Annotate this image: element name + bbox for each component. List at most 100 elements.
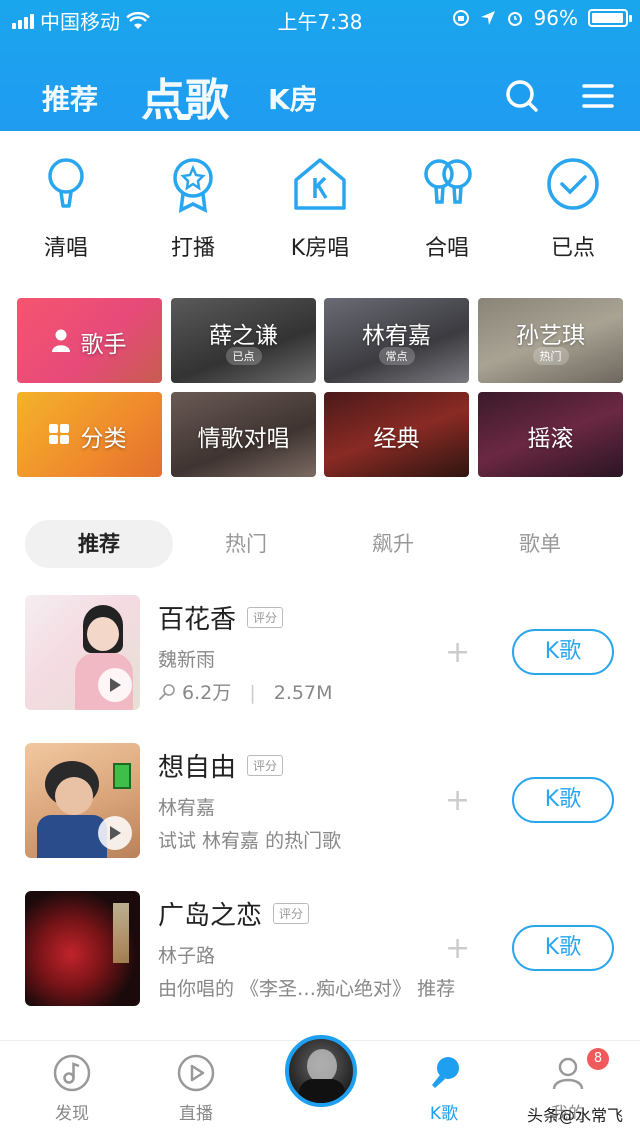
lock-rotation-icon	[452, 10, 469, 26]
song-title: 想自由	[158, 753, 237, 783]
quick-action-k-room-sing[interactable]: K房唱	[260, 154, 380, 262]
add-button[interactable]: +	[445, 931, 470, 966]
add-button[interactable]: +	[445, 783, 470, 818]
tile-artist-1[interactable]: 薛之谦 已点	[171, 298, 316, 383]
song-title: 百花香	[158, 605, 237, 635]
microphone-icon	[48, 158, 84, 208]
header: 中国移动 上午7:38 96% 推荐 点歌 K房	[0, 0, 640, 131]
song-item: 想自由 评分 林宥嘉 试试 林宥嘉 的热门歌 + K歌	[25, 743, 625, 861]
tab-k-room[interactable]: K房	[268, 78, 318, 118]
tab-playlists[interactable]: 歌单	[466, 520, 614, 568]
song-meta: 由你唱的 《李圣…痴心绝对》 推荐	[158, 978, 456, 1000]
k-sing-button[interactable]: K歌	[512, 629, 614, 675]
play-button[interactable]	[98, 668, 132, 702]
alarm-icon	[507, 12, 522, 26]
top-nav: 推荐 点歌 K房	[0, 60, 640, 130]
tab-label: 直播	[179, 1104, 213, 1124]
disc-figure	[307, 1049, 337, 1083]
quick-action-checkin[interactable]: 打播	[133, 154, 253, 262]
song-artist: 林子路	[158, 945, 216, 967]
score-badge: 评分	[247, 755, 284, 776]
tile-rock[interactable]: 摇滚	[478, 392, 623, 477]
status-right: 96%	[452, 6, 632, 30]
score-badge: 评分	[273, 903, 310, 924]
microphone-filled-icon	[432, 1057, 459, 1088]
tile-tag: 热门	[532, 347, 569, 365]
category-tiles: 歌手 薛之谦 已点 林宥嘉 常点 孙艺琪 热门 分类 情歌对唱 经典 摇滚	[17, 298, 623, 478]
now-playing-disc[interactable]	[285, 1035, 357, 1107]
quick-actions: 清唱 打播 K房唱 合唱 已点	[0, 140, 640, 270]
tile-label: 分类	[80, 426, 127, 452]
menu-icon[interactable]	[578, 76, 618, 116]
tile-label: 林宥嘉	[362, 323, 431, 349]
k-sing-button[interactable]: K歌	[512, 777, 614, 823]
medal-icon	[173, 158, 213, 214]
cover-figure	[113, 763, 131, 789]
tile-label: 薛之谦	[209, 323, 278, 349]
music-note-icon	[53, 1054, 91, 1092]
cover-figure	[55, 777, 93, 815]
tile-tag: 已点	[225, 347, 262, 365]
battery-percent: 96%	[533, 6, 578, 30]
tab-hot-songs[interactable]: 热门	[172, 520, 320, 568]
quick-action-label: 已点	[550, 236, 595, 261]
song-cover[interactable]	[25, 743, 140, 858]
tab-label: K歌	[429, 1104, 459, 1124]
k-sing-button[interactable]: K歌	[512, 925, 614, 971]
tile-label: 孙艺琪	[516, 323, 585, 349]
cover-figure	[87, 617, 119, 651]
play-icon	[110, 826, 121, 840]
tile-artist-2[interactable]: 林宥嘉 常点	[324, 298, 469, 383]
watermark-text: 头条@水常飞	[527, 1106, 624, 1125]
tile-label: 摇滚	[527, 426, 574, 452]
tile-label: 情歌对唱	[197, 426, 290, 452]
divider: |	[249, 682, 256, 704]
score-badge: 评分	[247, 607, 284, 628]
battery-icon	[588, 9, 632, 27]
microphone-small-icon	[159, 684, 175, 700]
tab-recommend[interactable]: 推荐	[42, 78, 98, 118]
tab-discover[interactable]: 发现	[8, 1053, 136, 1124]
tab-recommended-songs[interactable]: 推荐	[25, 520, 173, 568]
song-item: 百花香 评分 魏新雨 6.2万 | 2.57M + K歌	[25, 595, 625, 713]
tile-love-duets[interactable]: 情歌对唱	[171, 392, 316, 477]
house-k-icon	[294, 158, 346, 210]
tile-singers[interactable]: 歌手	[17, 298, 162, 383]
tab-k-sing[interactable]: K歌	[380, 1053, 508, 1124]
file-size: 2.57M	[273, 682, 333, 704]
tab-rising-songs[interactable]: 飙升	[319, 520, 467, 568]
tile-categories[interactable]: 分类	[17, 392, 162, 477]
search-icon[interactable]	[502, 76, 542, 116]
tile-artist-3[interactable]: 孙艺琪 热门	[478, 298, 623, 383]
tile-label: 歌手	[80, 332, 127, 358]
sing-count: 6.2万	[182, 682, 232, 704]
add-button[interactable]: +	[445, 635, 470, 670]
check-circle-icon	[547, 158, 599, 210]
song-artist: 林宥嘉	[158, 797, 216, 819]
tab-label: 发现	[55, 1104, 89, 1124]
song-cover[interactable]	[25, 891, 140, 1006]
tab-live[interactable]: 直播	[132, 1053, 260, 1124]
song-artist: 魏新雨	[158, 649, 216, 671]
quick-action-label: 打播	[170, 236, 215, 261]
song-cover[interactable]	[25, 595, 140, 710]
song-meta: 6.2万 | 2.57M	[158, 678, 332, 705]
active-tab-indicator	[177, 114, 191, 120]
user-icon	[552, 1057, 584, 1090]
notification-badge: 8	[587, 1048, 609, 1070]
song-item: 广岛之恋 评分 林子路 由你唱的 《李圣…痴心绝对》 推荐 + K歌	[25, 891, 625, 1009]
play-button[interactable]	[98, 816, 132, 850]
quick-action-label: K房唱	[290, 236, 350, 261]
location-icon	[480, 11, 495, 25]
play-icon	[110, 678, 121, 692]
song-title: 广岛之恋	[158, 901, 263, 931]
quick-action-acapella[interactable]: 清唱	[6, 154, 126, 262]
play-circle-icon	[177, 1054, 215, 1092]
cover-figure	[113, 903, 129, 963]
tile-classics[interactable]: 经典	[324, 392, 469, 477]
duet-microphones-icon	[424, 159, 472, 204]
quick-action-requested[interactable]: 已点	[513, 154, 633, 262]
quick-action-duet[interactable]: 合唱	[387, 154, 507, 262]
tile-tag: 常点	[378, 347, 415, 365]
cover-figure	[37, 815, 107, 858]
